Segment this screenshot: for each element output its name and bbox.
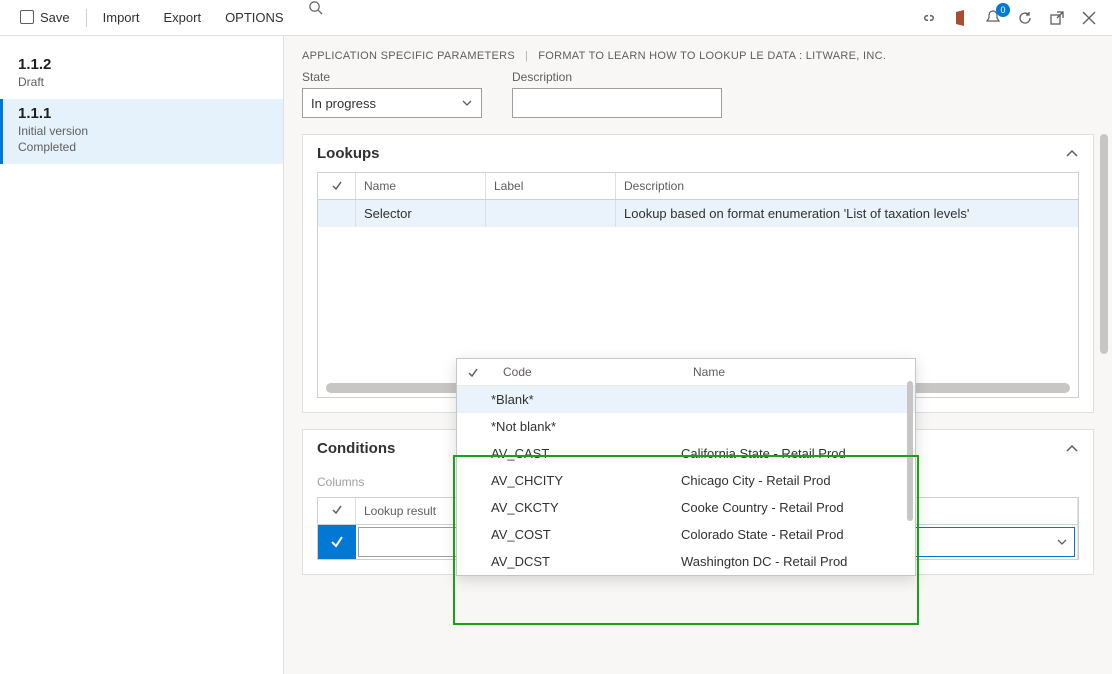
version-item-selected[interactable]: 1.1.1 Initial version Completed — [0, 99, 283, 164]
top-toolbar: Save Import Export OPTIONS 0 — [0, 0, 1112, 36]
state-label: State — [302, 70, 482, 84]
notification-badge: 0 — [996, 3, 1010, 17]
version-item[interactable]: 1.1.2 Draft — [0, 50, 283, 99]
select-all-checkbox[interactable] — [318, 173, 356, 199]
col-label[interactable]: Label — [486, 173, 616, 199]
chevron-down-icon — [461, 97, 473, 109]
version-description: Initial version — [18, 124, 265, 138]
check-icon — [331, 504, 343, 516]
table-row[interactable]: Selector Lookup based on format enumerat… — [318, 200, 1078, 227]
chevron-up-icon — [1065, 442, 1079, 456]
popup-scrollbar[interactable] — [907, 381, 913, 521]
check-icon — [330, 535, 344, 549]
dropdown-option[interactable]: *Blank* — [457, 386, 915, 413]
office-icon[interactable] — [952, 9, 970, 27]
popup-col-name[interactable]: Name — [693, 365, 725, 379]
version-number: 1.1.1 — [18, 105, 265, 122]
check-icon — [331, 180, 343, 192]
state-select[interactable]: In progress — [302, 88, 482, 118]
check-icon — [467, 367, 479, 379]
popup-col-code[interactable]: Code — [503, 365, 693, 379]
dropdown-option[interactable]: *Not blank* — [457, 413, 915, 440]
notifications-button[interactable]: 0 — [984, 9, 1002, 27]
version-number: 1.1.2 — [18, 56, 265, 73]
versions-sidebar: 1.1.2 Draft 1.1.1 Initial version Comple… — [0, 36, 284, 674]
save-icon — [20, 10, 34, 24]
code-dropdown-popup: Code Name *Blank* *Not blank* AV_CAST Ca… — [456, 358, 916, 576]
search-button[interactable] — [296, 0, 335, 36]
lookups-header[interactable]: Lookups — [303, 135, 1093, 172]
dropdown-option[interactable]: AV_CKCTY Cooke Country - Retail Prod — [457, 494, 915, 521]
refresh-button[interactable] — [1016, 9, 1034, 27]
import-button[interactable]: Import — [91, 0, 152, 36]
close-button[interactable] — [1080, 9, 1098, 27]
version-status: Completed — [18, 140, 265, 154]
vertical-scrollbar[interactable] — [1100, 134, 1108, 354]
col-description[interactable]: Description — [616, 173, 1078, 199]
dropdown-option[interactable]: AV_CAST California State - Retail Prod — [457, 440, 915, 467]
toolbar-divider — [86, 9, 87, 27]
breadcrumb-part: FORMAT TO LEARN HOW TO LOOKUP LE DATA : … — [538, 50, 886, 62]
chevron-down-icon — [1056, 536, 1068, 548]
state-value: In progress — [311, 96, 376, 111]
dropdown-option[interactable]: AV_CHCITY Chicago City - Retail Prod — [457, 467, 915, 494]
search-icon — [308, 0, 323, 15]
breadcrumb-part: APPLICATION SPECIFIC PARAMETERS — [302, 50, 515, 62]
link-icon[interactable] — [920, 9, 938, 27]
export-button[interactable]: Export — [151, 0, 213, 36]
save-button[interactable]: Save — [8, 0, 82, 36]
description-input[interactable] — [512, 88, 722, 118]
chevron-up-icon — [1065, 147, 1079, 161]
row-checkbox[interactable] — [318, 200, 356, 227]
cell-label — [486, 200, 616, 227]
version-status: Draft — [18, 75, 265, 89]
description-label: Description — [512, 70, 722, 84]
col-name[interactable]: Name — [356, 173, 486, 199]
popout-button[interactable] — [1048, 9, 1066, 27]
row-selector[interactable] — [318, 525, 356, 559]
breadcrumb-separator: | — [525, 50, 528, 62]
lookups-title: Lookups — [317, 145, 380, 162]
options-button[interactable]: OPTIONS — [213, 0, 296, 36]
dropdown-option[interactable]: AV_DCST Washington DC - Retail Prod — [457, 548, 915, 575]
content-area: APPLICATION SPECIFIC PARAMETERS | FORMAT… — [284, 36, 1112, 674]
select-all-checkbox[interactable] — [318, 498, 356, 524]
columns-button[interactable]: Columns — [317, 475, 364, 489]
cell-description: Lookup based on format enumeration 'List… — [616, 200, 1078, 227]
breadcrumb: APPLICATION SPECIFIC PARAMETERS | FORMAT… — [302, 50, 1094, 62]
conditions-title: Conditions — [317, 440, 395, 457]
cell-name: Selector — [356, 200, 486, 227]
dropdown-option[interactable]: AV_COST Colorado State - Retail Prod — [457, 521, 915, 548]
